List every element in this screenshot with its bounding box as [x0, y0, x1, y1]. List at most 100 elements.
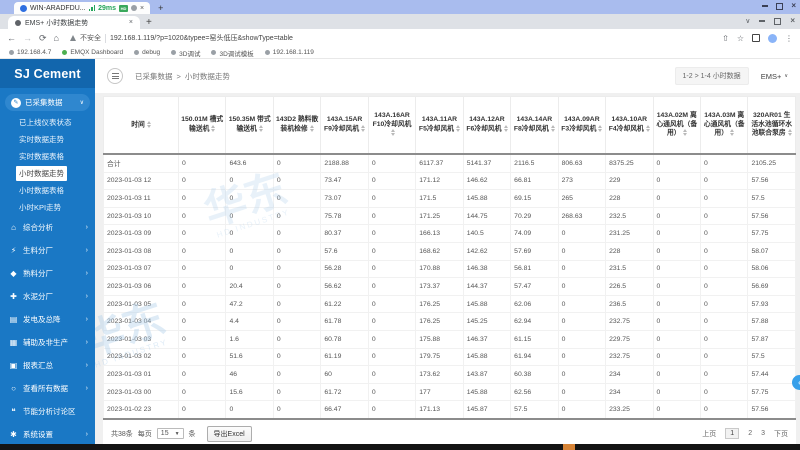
bookmark-item[interactable]: 3D调试模板	[211, 48, 254, 58]
sort-icon[interactable]	[682, 129, 687, 137]
browser-tab[interactable]: EMS+ 小时数据走势 ×	[8, 16, 140, 29]
table-header-row: 时间 150.01M 槽式输送机 150.35M 带式输送机 143D2 熟料散装机检…	[103, 96, 796, 155]
row-value-cell: 0	[699, 153, 749, 173]
date-range-label[interactable]: 1-2 > 1-4 小时数据	[674, 67, 749, 85]
new-tab-icon[interactable]: +	[146, 17, 152, 28]
new-session-icon[interactable]: +	[158, 3, 163, 14]
sort-icon[interactable]	[730, 129, 734, 137]
bookmark-star-icon[interactable]: ☆	[737, 34, 744, 43]
prev-page-button[interactable]: 上页	[702, 429, 716, 439]
windows-taskbar[interactable]	[0, 444, 800, 450]
profile-avatar[interactable]	[768, 33, 777, 43]
minimize-icon[interactable]	[762, 5, 769, 7]
tab-close-icon[interactable]: ×	[129, 19, 133, 26]
sidebar-item[interactable]: ⌂ 综合分析 ›	[0, 216, 95, 239]
browser-close-icon[interactable]: ×	[790, 17, 795, 25]
browser-restore-icon[interactable]	[774, 17, 782, 25]
sidebar-subitem[interactable]: 实时数据表格	[0, 148, 95, 165]
back-icon[interactable]: ←	[7, 33, 16, 43]
sidebar-item[interactable]: ⚡ 生料分厂 ›	[0, 239, 95, 262]
column-header[interactable]: 143A.10AR F4冷却风机	[605, 96, 654, 155]
sidebar-subitem[interactable]: 小时数据走势	[16, 166, 67, 181]
sidebar-subitem[interactable]: 已上线仪表状态	[0, 114, 95, 131]
restore-icon[interactable]	[776, 2, 784, 10]
hd-badge-icon: HD	[119, 4, 129, 12]
sidebar-item[interactable]: ◆ 熟料分厂 ›	[0, 262, 95, 285]
sort-icon[interactable]	[598, 124, 603, 132]
sidebar-item[interactable]: ▤ 发电及总降 ›	[0, 308, 95, 331]
next-page-button[interactable]: 下页	[774, 429, 788, 439]
collapse-panel-button[interactable]: ‹	[792, 375, 800, 390]
column-header[interactable]: 143A.09AR F3冷却风机	[557, 96, 607, 155]
row-value-cell: 0	[652, 241, 701, 261]
remote-session-tab[interactable]: WIN-ARADFDU... 29ms HD ×	[14, 2, 151, 14]
sort-icon[interactable]	[503, 124, 508, 132]
remote-window-controls: ×	[762, 2, 796, 10]
bookmark-item[interactable]: EMQX Dashboard	[62, 49, 123, 56]
column-header[interactable]: 143A.14AR F8冷却风机	[510, 96, 559, 155]
table-body: 合计 0 643.6 0 2188.88 0 6117.37 5141.37 2116.5 806…	[103, 153, 796, 420]
column-header[interactable]: 143A.02M 离心通风机（备用）	[652, 96, 701, 155]
forward-icon[interactable]: →	[23, 33, 32, 43]
extensions-icon[interactable]	[752, 34, 760, 42]
account-menu[interactable]: EMS+ ∨	[761, 72, 788, 81]
page-number-button[interactable]: 1	[725, 428, 740, 440]
sidebar-group-collected-data[interactable]: ✎ 已采集数据 ∨	[5, 94, 90, 111]
page-number-button[interactable]: 2	[748, 430, 752, 437]
sidebar-item[interactable]: ✱ 系统设置 ›	[0, 423, 95, 444]
close-icon[interactable]: ×	[791, 2, 796, 10]
sort-icon[interactable]	[309, 124, 314, 132]
column-header[interactable]: 143A.03M 离心通风机（备用）	[699, 96, 749, 155]
hamburger-icon[interactable]	[107, 68, 123, 84]
column-header[interactable]: 150.01M 槽式输送机	[177, 96, 227, 155]
sort-icon[interactable]	[645, 124, 650, 132]
sort-icon[interactable]	[146, 120, 151, 128]
comment-icon: ❝	[11, 407, 16, 416]
sort-icon[interactable]	[391, 129, 396, 137]
taskbar-app-indicator[interactable]	[563, 444, 575, 450]
sort-icon[interactable]	[456, 124, 461, 132]
sidebar-item[interactable]: ▣ 报表汇总 ›	[0, 354, 95, 377]
column-header[interactable]: 143A.16AR F10冷却风机	[367, 96, 417, 155]
bookmark-item[interactable]: debug	[134, 49, 160, 56]
column-header[interactable]: 150.35M 带式输送机	[225, 96, 274, 155]
bookmark-item[interactable]: 3D调试	[171, 48, 200, 58]
sidebar-item[interactable]: ❝ 节能分析讨论区	[0, 400, 95, 423]
sort-icon[interactable]	[787, 129, 792, 137]
home-icon[interactable]: ⌂	[54, 33, 59, 43]
browser-minimize-icon[interactable]	[759, 20, 766, 22]
share-icon[interactable]: ⇧	[722, 34, 729, 43]
page-size-select[interactable]: 15 ▼	[156, 428, 184, 440]
close-session-icon[interactable]: ×	[140, 5, 144, 12]
sort-icon[interactable]	[361, 124, 366, 132]
sidebar-item[interactable]: ▦ 辅助及非生产 ›	[0, 331, 95, 354]
column-header[interactable]: 143A.12AR F6冷却风机	[462, 96, 512, 155]
tab-search-icon[interactable]: ∨	[745, 17, 750, 25]
row-value-cell: 61.94	[510, 347, 559, 367]
sidebar-item[interactable]: ✚ 水泥分厂 ›	[0, 285, 95, 308]
column-header[interactable]: 143A.15AR F9冷却风机	[320, 96, 369, 155]
sort-icon[interactable]	[211, 124, 216, 132]
reload-icon[interactable]: ⟳	[39, 33, 47, 43]
breadcrumb-parent[interactable]: 已采集数据	[135, 71, 173, 82]
column-header[interactable]: 143A.11AR F5冷却风机	[415, 96, 464, 155]
bookmark-item[interactable]: 192.168.4.7	[9, 49, 51, 56]
row-value-cell: 0	[367, 241, 417, 261]
column-header[interactable]: 320AR01 生活水池循环水池联合泵房	[747, 96, 796, 155]
column-header[interactable]: 143D2 熟料散装机检修	[272, 96, 322, 155]
column-header[interactable]: 时间	[103, 96, 179, 155]
export-excel-button[interactable]: 导出Excel	[206, 425, 252, 442]
bookmark-item[interactable]: 192.168.1.119	[264, 49, 314, 56]
security-warning-icon[interactable]	[69, 35, 76, 41]
page-number-button[interactable]: 3	[761, 430, 765, 437]
url-field[interactable]: 不安全 192.168.1.119/?p=1020&typee=窑头低压&sho…	[66, 33, 715, 43]
menu-dots-icon[interactable]: ⋮	[785, 34, 793, 43]
sidebar-subitem[interactable]: 小时数据表格	[0, 182, 95, 199]
sidebar-group-label: 已采集数据	[25, 98, 63, 107]
sidebar-subitem[interactable]: 小时KPI走势	[0, 199, 95, 216]
row-value-cell: 80.37	[320, 224, 369, 243]
sort-icon[interactable]	[550, 124, 555, 132]
sort-icon[interactable]	[258, 124, 263, 132]
sidebar-item[interactable]: ○ 查看所有数据 ›	[0, 377, 95, 400]
sidebar-subitem[interactable]: 实时数据走势	[0, 131, 95, 148]
